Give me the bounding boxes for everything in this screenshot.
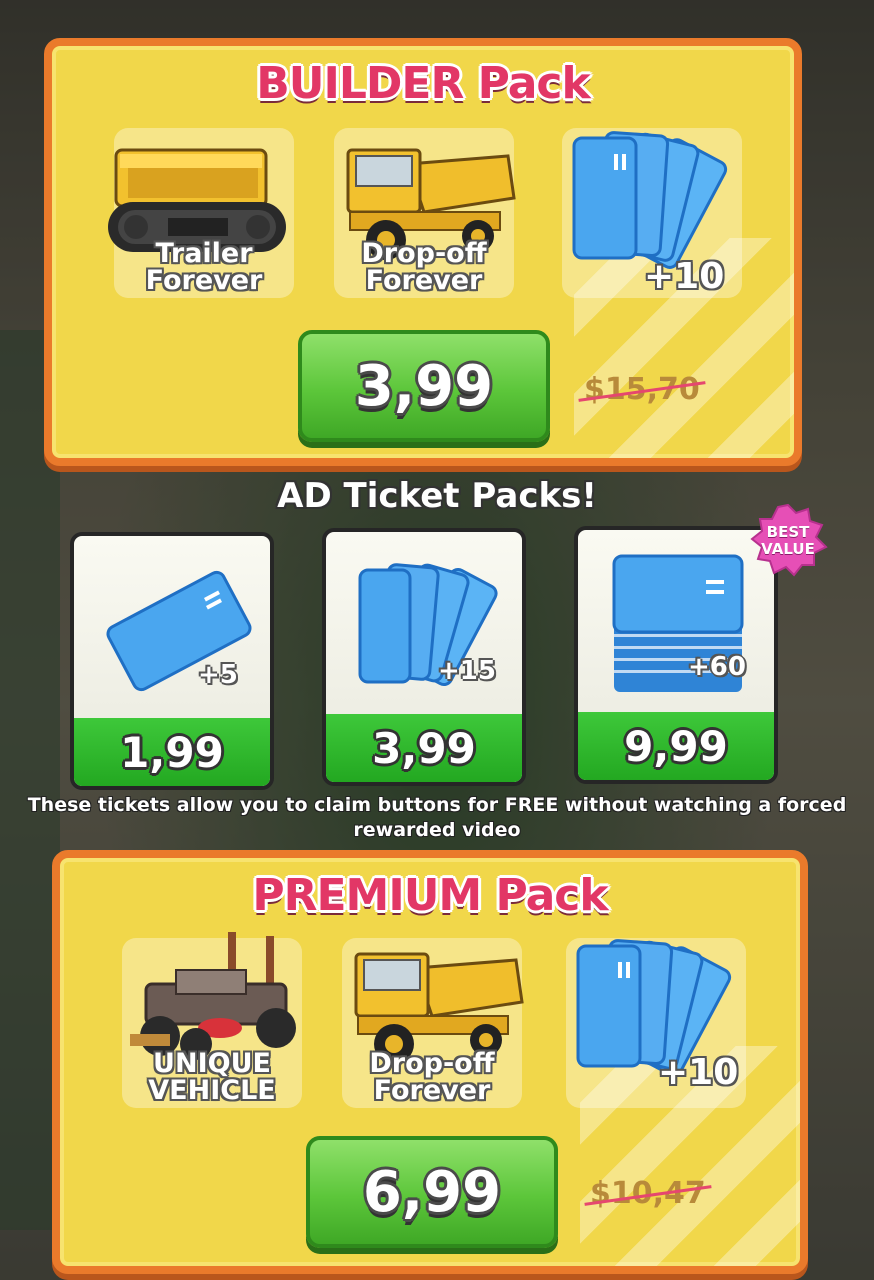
builder-item-trailer: Trailer Forever <box>108 128 294 298</box>
premium-item-dropoff: Drop-off Forever <box>342 938 524 1108</box>
builder-pack-buy-button[interactable]: 3,99 <box>298 330 550 442</box>
ticket-stack-icon <box>612 554 744 692</box>
best-value-badge: BEST VALUE <box>746 503 830 579</box>
premium-item-vehicle: UNIQUE VEHICLE <box>122 932 302 1108</box>
ad-card-60-price[interactable]: 9,99 <box>578 712 774 780</box>
ad-card-60-qty: +60 <box>688 652 746 682</box>
builder-item-tickets: +10 <box>562 128 742 298</box>
builder-pack-panel: BUILDER Pack Trailer Forever Drop-off Fo… <box>44 38 802 466</box>
premium-pack-panel: PREMIUM Pack UNIQUE VEHICLE Drop-off For… <box>52 850 808 1274</box>
ad-card-15-price[interactable]: 3,99 <box>326 714 522 782</box>
ad-card-15-qty: +15 <box>438 656 496 686</box>
ad-card-5-price[interactable]: 1,99 <box>74 718 270 786</box>
builder-item-tickets-count: +10 <box>644 256 725 297</box>
ad-card-5[interactable]: +5 1,99 <box>70 532 274 790</box>
premium-pack-title: PREMIUM Pack <box>252 870 608 921</box>
builder-item-dropoff: Drop-off Forever <box>334 128 516 298</box>
ad-card-15[interactable]: +15 3,99 <box>322 528 526 786</box>
background-grass <box>0 330 60 1230</box>
premium-item-dropoff-label: Drop-off Forever <box>369 1048 495 1106</box>
builder-pack-title: BUILDER Pack <box>256 58 591 109</box>
premium-item-tickets: +10 <box>566 938 746 1108</box>
ad-card-5-qty: +5 <box>198 660 238 690</box>
builder-pack-old-price: $15,70 <box>578 372 706 407</box>
premium-pack-old-price: $10,47 <box>584 1176 712 1211</box>
builder-item-dropoff-label: Drop-off Forever <box>361 238 487 296</box>
builder-item-trailer-label: Trailer Forever <box>145 238 263 296</box>
ad-tickets-info: These tickets allow you to claim buttons… <box>27 794 847 841</box>
premium-pack-buy-button[interactable]: 6,99 <box>306 1136 558 1248</box>
single-ticket-icon <box>106 570 252 692</box>
ad-ticket-packs-title: AD Ticket Packs! <box>277 476 597 516</box>
premium-item-vehicle-label: UNIQUE VEHICLE <box>148 1048 276 1106</box>
premium-item-tickets-count: +10 <box>658 1052 739 1093</box>
